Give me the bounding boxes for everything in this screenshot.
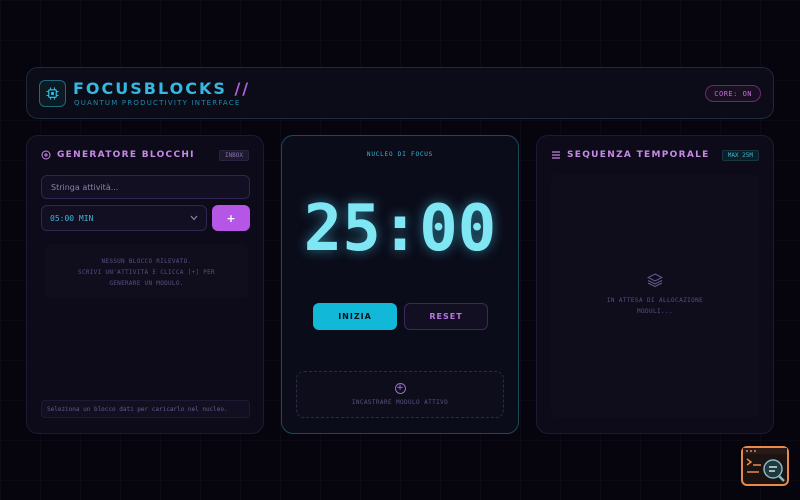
empty-blocks-message: NESSUN BLOCCO RILEVATO. SCRIVI UN'ATTIVI… (45, 244, 248, 298)
terminal-search-icon (743, 448, 787, 482)
inbox-tag: INBOX (218, 150, 249, 161)
chip-icon (39, 80, 66, 107)
app-title: FOCUSBLOCKS // (73, 79, 250, 98)
core-status-badge[interactable]: CORE: ON (705, 85, 761, 102)
start-button[interactable]: INIZIA (313, 303, 397, 330)
chevron-down-icon (190, 215, 198, 221)
empty-message-line-1: NESSUN BLOCCO RILEVATO. (101, 258, 192, 265)
plus-circle-icon (41, 150, 51, 160)
app-title-suffix: // (226, 79, 251, 98)
duration-select[interactable]: 05:00 MIN (41, 205, 207, 231)
focus-core-panel: NUCLEO DI FOCUS 25:00 INIZIA RESET + INC… (281, 135, 519, 434)
generator-panel: GENERATORE BLOCCHI INBOX Stringa attivit… (26, 135, 264, 434)
max-duration-tag: MAX 25M (721, 150, 759, 161)
list-icon (552, 151, 560, 159)
app-subtitle: QUANTUM PRODUCTIVITY INTERFACE (74, 99, 241, 107)
empty-message-line-2: SCRIVI UN'ATTIVITÀ E CLICCA [+] PER (78, 269, 215, 276)
awaiting-modules-message: IN ATTESA DI ALLOCAZIONE MODULI... (551, 295, 759, 317)
task-input[interactable]: Stringa attività... (41, 175, 250, 199)
generator-footer-note: Seleziona un blocco dati per caricarlo n… (41, 400, 250, 418)
timeline-panel-header: SEQUENZA TEMPORALE (551, 150, 710, 160)
layers-icon (647, 273, 663, 287)
app-header: FOCUSBLOCKS // QUANTUM PRODUCTIVITY INTE… (26, 67, 774, 119)
timeline-area: IN ATTESA DI ALLOCAZIONE MODULI... (551, 174, 759, 418)
generator-panel-header: GENERATORE BLOCCHI (41, 150, 195, 160)
terminal-search-widget[interactable] (741, 446, 789, 486)
duration-select-value: 05:00 MIN (50, 213, 94, 223)
awaiting-line-1: IN ATTESA DI ALLOCAZIONE (606, 297, 704, 304)
plus-circle-icon: + (394, 383, 406, 394)
dropzone-label: INCASTRARE MODULO ATTIVO (351, 399, 449, 406)
active-module-dropzone[interactable]: + INCASTRARE MODULO ATTIVO (296, 371, 504, 418)
reset-button[interactable]: RESET (404, 303, 488, 330)
app-title-text: FOCUSBLOCKS (73, 79, 227, 98)
generator-panel-title: GENERATORE BLOCCHI (57, 150, 195, 160)
timeline-panel-title: SEQUENZA TEMPORALE (567, 150, 710, 160)
add-block-button[interactable]: + (212, 205, 250, 231)
timer-display: 25:00 (303, 192, 497, 266)
focus-core-label: NUCLEO DI FOCUS (366, 151, 434, 158)
timeline-panel: SEQUENZA TEMPORALE MAX 25M IN ATTESA DI … (536, 135, 774, 434)
awaiting-line-2: MODULI... (636, 308, 674, 315)
empty-message-line-3: GENERARE UN MODULO. (109, 280, 184, 287)
